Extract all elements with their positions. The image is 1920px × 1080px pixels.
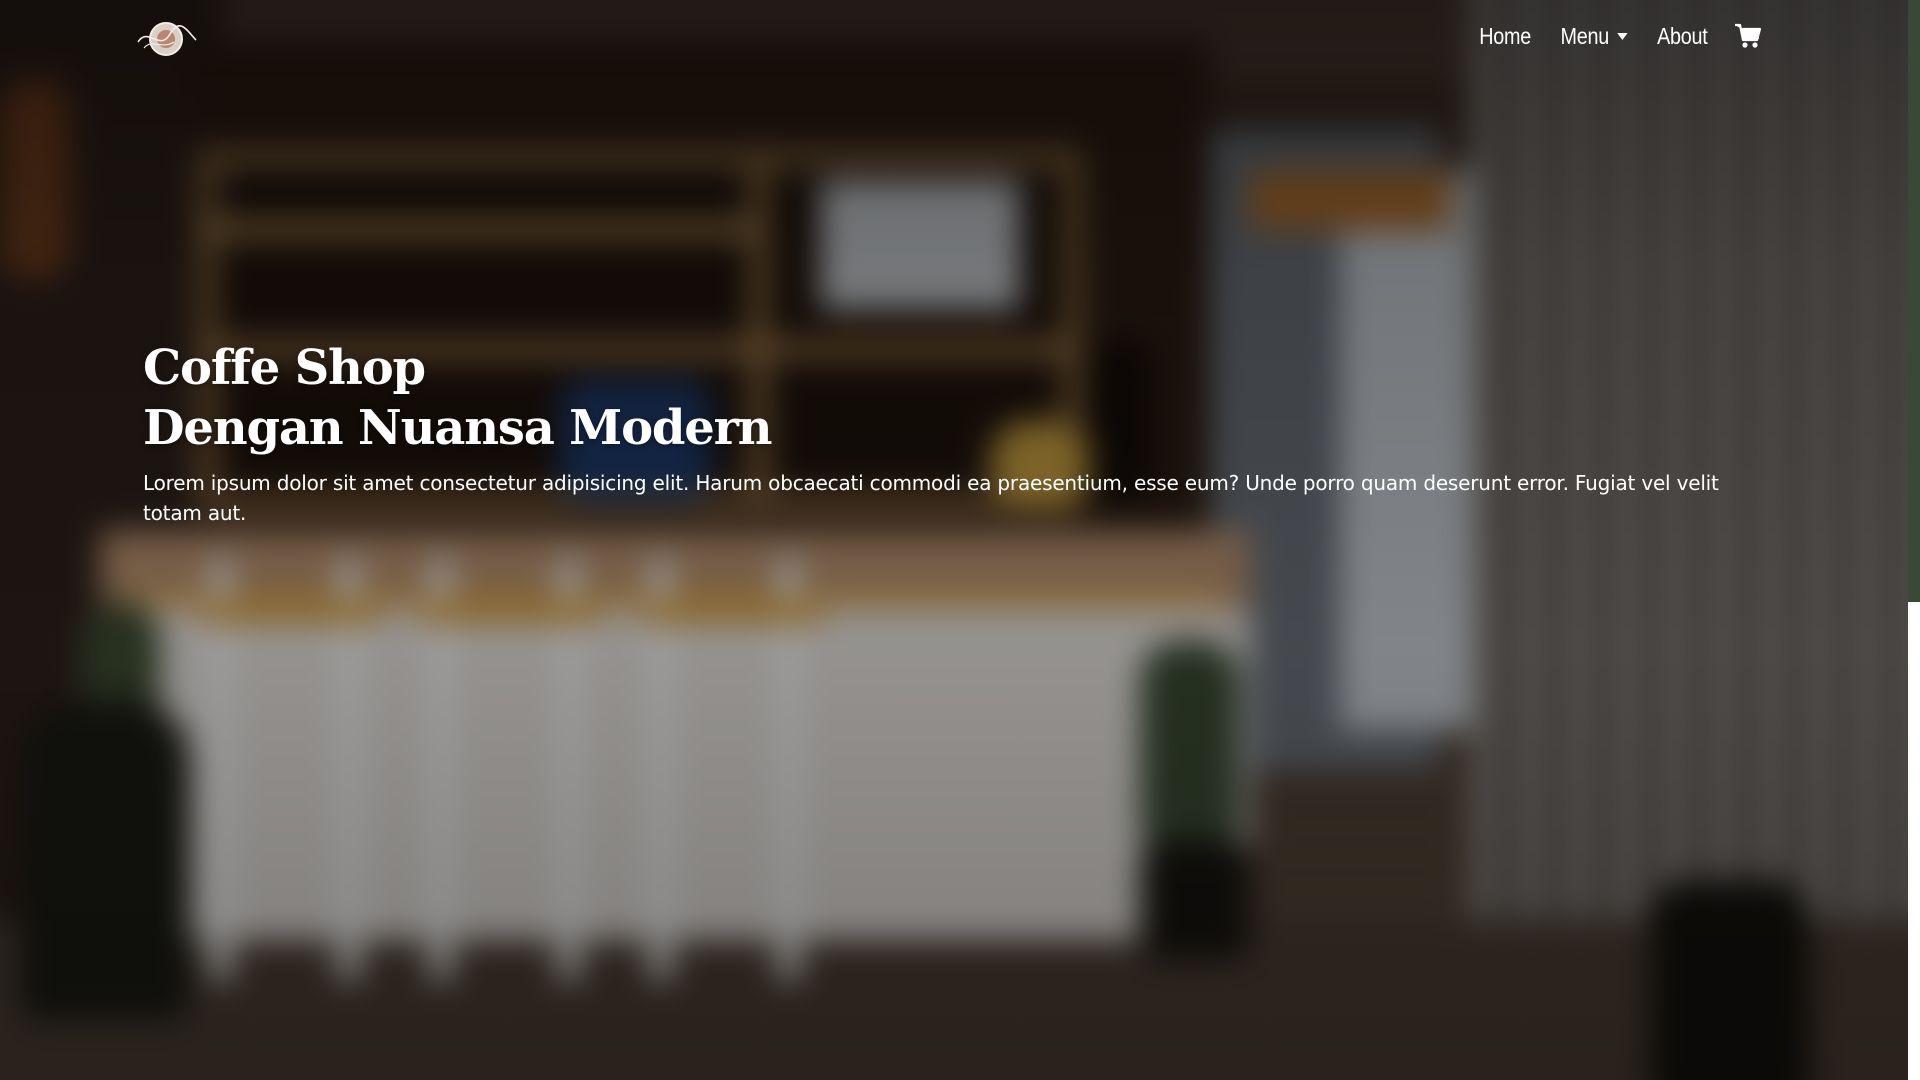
shopping-cart-icon[interactable] — [1734, 22, 1762, 50]
hero-title: Coffe Shop Dengan Nuansa Modern — [143, 338, 1763, 458]
logo-icon — [137, 22, 197, 56]
nav-links: Home Menu About — [1475, 22, 1762, 50]
caret-down-icon — [1617, 32, 1628, 40]
scrollbar-thumb[interactable] — [1908, 602, 1920, 1080]
navbar: Home Menu About — [0, 0, 1908, 76]
nav-home-link[interactable]: Home — [1479, 23, 1531, 50]
background-overlay — [0, 0, 1908, 1080]
nav-menu-label: Menu — [1560, 22, 1610, 49]
hero-title-line2: Dengan Nuansa Modern — [143, 400, 773, 456]
page-viewport: Home Menu About Coffe Shop Dengan Nuansa… — [0, 0, 1908, 1080]
hero-description: Lorem ipsum dolor sit amet consectetur a… — [143, 471, 1719, 525]
nav-about-link[interactable]: About — [1657, 23, 1708, 50]
page-scrollbar[interactable] — [1908, 0, 1920, 1080]
coffee-shop-logo[interactable] — [134, 18, 198, 60]
hero-section: Coffe Shop Dengan Nuansa Modern Lorem ip… — [143, 338, 1763, 528]
nav-menu-dropdown[interactable]: Menu — [1561, 23, 1628, 50]
hero-title-line1: Coffe Shop — [143, 340, 426, 396]
